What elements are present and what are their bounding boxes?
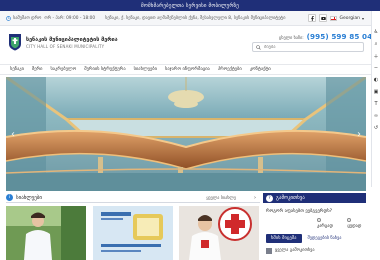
news-next-arrow[interactable]: › [254,195,256,201]
youtube-icon [321,16,326,20]
poll-question: როგორ აფასებთ ვებგვერდს? [266,209,333,214]
nav-item-mayor[interactable]: მერი [32,67,43,72]
nav-item-council[interactable]: საკრებულო [50,67,76,72]
organization-name-ka: სენაკის მუნიციპალიტეტის მერია [26,37,118,43]
poll-option-good[interactable]: კარგად [317,218,337,229]
link-icon[interactable]: ∞ [373,113,379,119]
zoom-in-icon[interactable]: ＋ [373,53,379,60]
nav-item-contact[interactable]: კონტაქტი [250,67,271,72]
language-label: Georgian [339,15,360,21]
news-photo-red-cross [179,206,259,260]
accessibility-icon[interactable]: ♿ [373,29,379,35]
grayscale-icon[interactable]: ▣ [373,89,379,95]
hotline-label: ცხელი ხაზი: [279,35,304,40]
schedule-label: სამუშაო დრო [13,15,42,21]
facebook-button[interactable] [308,14,317,22]
clock-icon [6,15,11,21]
info-bar: სამუშაო დრო ორ - პარ: 09:00 - 18:00 სენა… [0,11,372,26]
slider-next-arrow[interactable]: › [357,129,361,140]
search-icon[interactable]: ⌕ [373,41,379,47]
nav-item-projects[interactable]: პროექტები [218,67,242,72]
list-icon [266,247,272,254]
search-box[interactable] [252,42,364,52]
news-section-title: სიახლეები [16,194,42,201]
news-section-header: i სიახლეები ყველა სიახლე › [6,193,260,203]
hero-slider[interactable]: ‹ › [6,77,366,191]
nav-item-senaki[interactable]: სენაკი [10,67,24,72]
news-card[interactable] [93,206,173,260]
poll-widget: ? გამოკითხვა როგორ აფასებთ ვებგვერდს? კა… [263,193,366,260]
poll-option-bad-label: ცუდად [347,223,362,229]
nav-item-structure[interactable]: მერიის სტრუქტურა [84,67,125,72]
news-card[interactable] [6,206,86,260]
news-card[interactable] [179,206,259,260]
radio-icon [317,218,321,222]
poll-option-bad[interactable]: ცუდად [347,218,366,229]
radio-icon [347,218,352,222]
poll-icon: ? [266,194,273,202]
news-photo-boy [6,206,86,260]
poll-actions: ხმის მიცემა შედეგების ნახვა [266,233,366,243]
poll-options: კარგად ცუდად [317,218,366,229]
poll-title: გამოკითხვა [276,195,305,201]
vote-button[interactable]: ხმის მიცემა [266,233,302,243]
nav-item-public-info[interactable]: საჯარო ინფორმაცია [165,67,210,72]
organization-name[interactable]: სენაკის მუნიციპალიტეტის მერია CITY HALL … [26,37,118,49]
theater-hall-image [6,77,366,191]
poll-option-good-label: კარგად [317,223,333,229]
schedule-item: სამუშაო დრო ორ - პარ: 09:00 - 18:00 [6,16,95,21]
search-icon [256,44,261,50]
hotline: ცხელი ხაზი: (995) 599 85 04 19 [279,32,380,41]
all-polls-label: ყველა გამოკითხვა [275,248,315,253]
all-polls-link[interactable]: ყველა გამოკითხვა [266,247,366,254]
news-poster [93,206,173,260]
schedule-hours: ორ - პარ: 09:00 - 18:00 [44,15,96,21]
address-text: სენაკი, ქ. სენაკი, დავით აღმაშენებლის ქუ… [105,15,286,21]
chevron-down-icon: ▾ [361,15,364,21]
text-icon[interactable]: T [373,101,379,107]
organization-name-en: CITY HALL OF SENAKI MUNICIPALITY [26,44,105,49]
accessibility-toolbar: ♿ ⌕ ＋ − ◐ ▣ T ∞ ↺ [371,11,380,187]
main-navigation: სენაკი მერი საკრებულო მერიის სტრუქტურა ს… [0,64,372,75]
reset-icon[interactable]: ↺ [373,125,379,131]
slider-prev-arrow[interactable]: ‹ [11,129,15,140]
georgia-flag-icon [330,15,338,21]
zoom-out-icon[interactable]: − [373,65,379,71]
top-announcement-bar: მომხმარებელთა სერვისი მობილურზე [0,0,380,11]
address-item: სენაკი, ქ. სენაკი, დავით აღმაშენებლის ქუ… [105,16,285,21]
hotline-number[interactable]: (995) 599 85 04 19 [307,32,380,41]
youtube-button[interactable] [319,14,328,22]
municipality-logo[interactable] [8,33,22,51]
news-info-icon: i [6,194,13,201]
poll-results-link[interactable]: შედეგების ნახვა [308,236,342,241]
all-news-link[interactable]: ყველა სიახლე [206,195,236,200]
top-announcement-text: მომხმარებელთა სერვისი მობილურზე [141,2,239,9]
search-input[interactable] [264,44,354,50]
facebook-icon [311,15,314,21]
contrast-icon[interactable]: ◐ [373,77,379,83]
language-selector[interactable]: Georgian ▾ [330,15,364,21]
poll-header: ? გამოკითხვა [263,193,366,203]
news-list [6,206,260,260]
nav-item-news[interactable]: სიახლეები [134,67,157,72]
